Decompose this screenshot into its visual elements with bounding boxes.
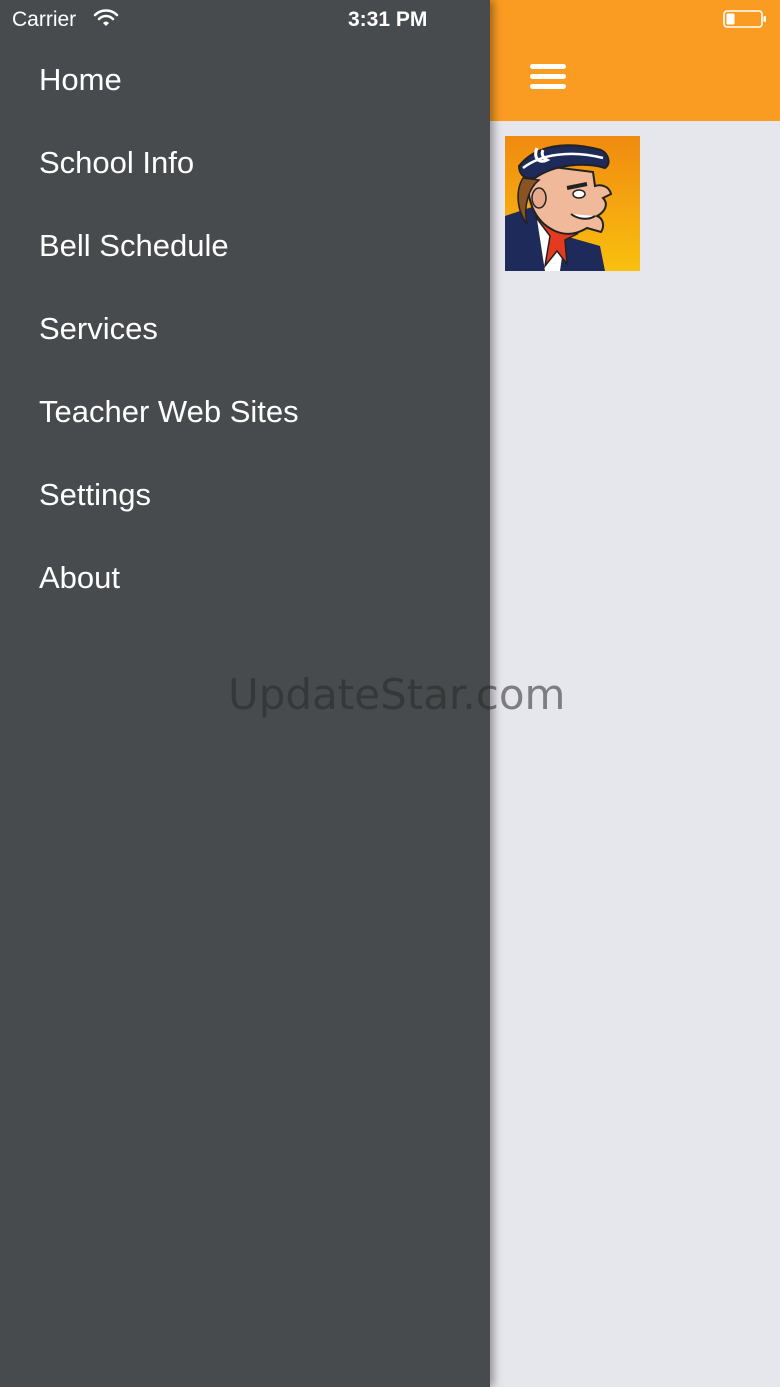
- menu-item-home[interactable]: Home: [0, 38, 490, 121]
- menu-item-settings[interactable]: Settings: [0, 453, 490, 536]
- menu-item-bell-schedule[interactable]: Bell Schedule: [0, 204, 490, 287]
- hamburger-menu-icon[interactable]: [530, 64, 566, 92]
- wifi-icon: [93, 8, 119, 28]
- menu-item-services[interactable]: Services: [0, 287, 490, 370]
- battery-low-icon: [723, 10, 766, 28]
- watermark-text: UpdateStar.com: [228, 670, 566, 719]
- menu-item-teacher-web-sites[interactable]: Teacher Web Sites: [0, 370, 490, 453]
- app-screen: Home School Info Bell Schedule Services …: [0, 0, 780, 1387]
- side-menu-list: Home School Info Bell Schedule Services …: [0, 38, 490, 619]
- status-time: 3:31 PM: [348, 8, 428, 31]
- school-mascot-logo[interactable]: [505, 136, 640, 271]
- status-bar: Carrier 3:31 PM: [0, 0, 780, 40]
- menu-item-school-info[interactable]: School Info: [0, 121, 490, 204]
- carrier-label: Carrier: [12, 8, 77, 31]
- menu-item-about[interactable]: About: [0, 536, 490, 619]
